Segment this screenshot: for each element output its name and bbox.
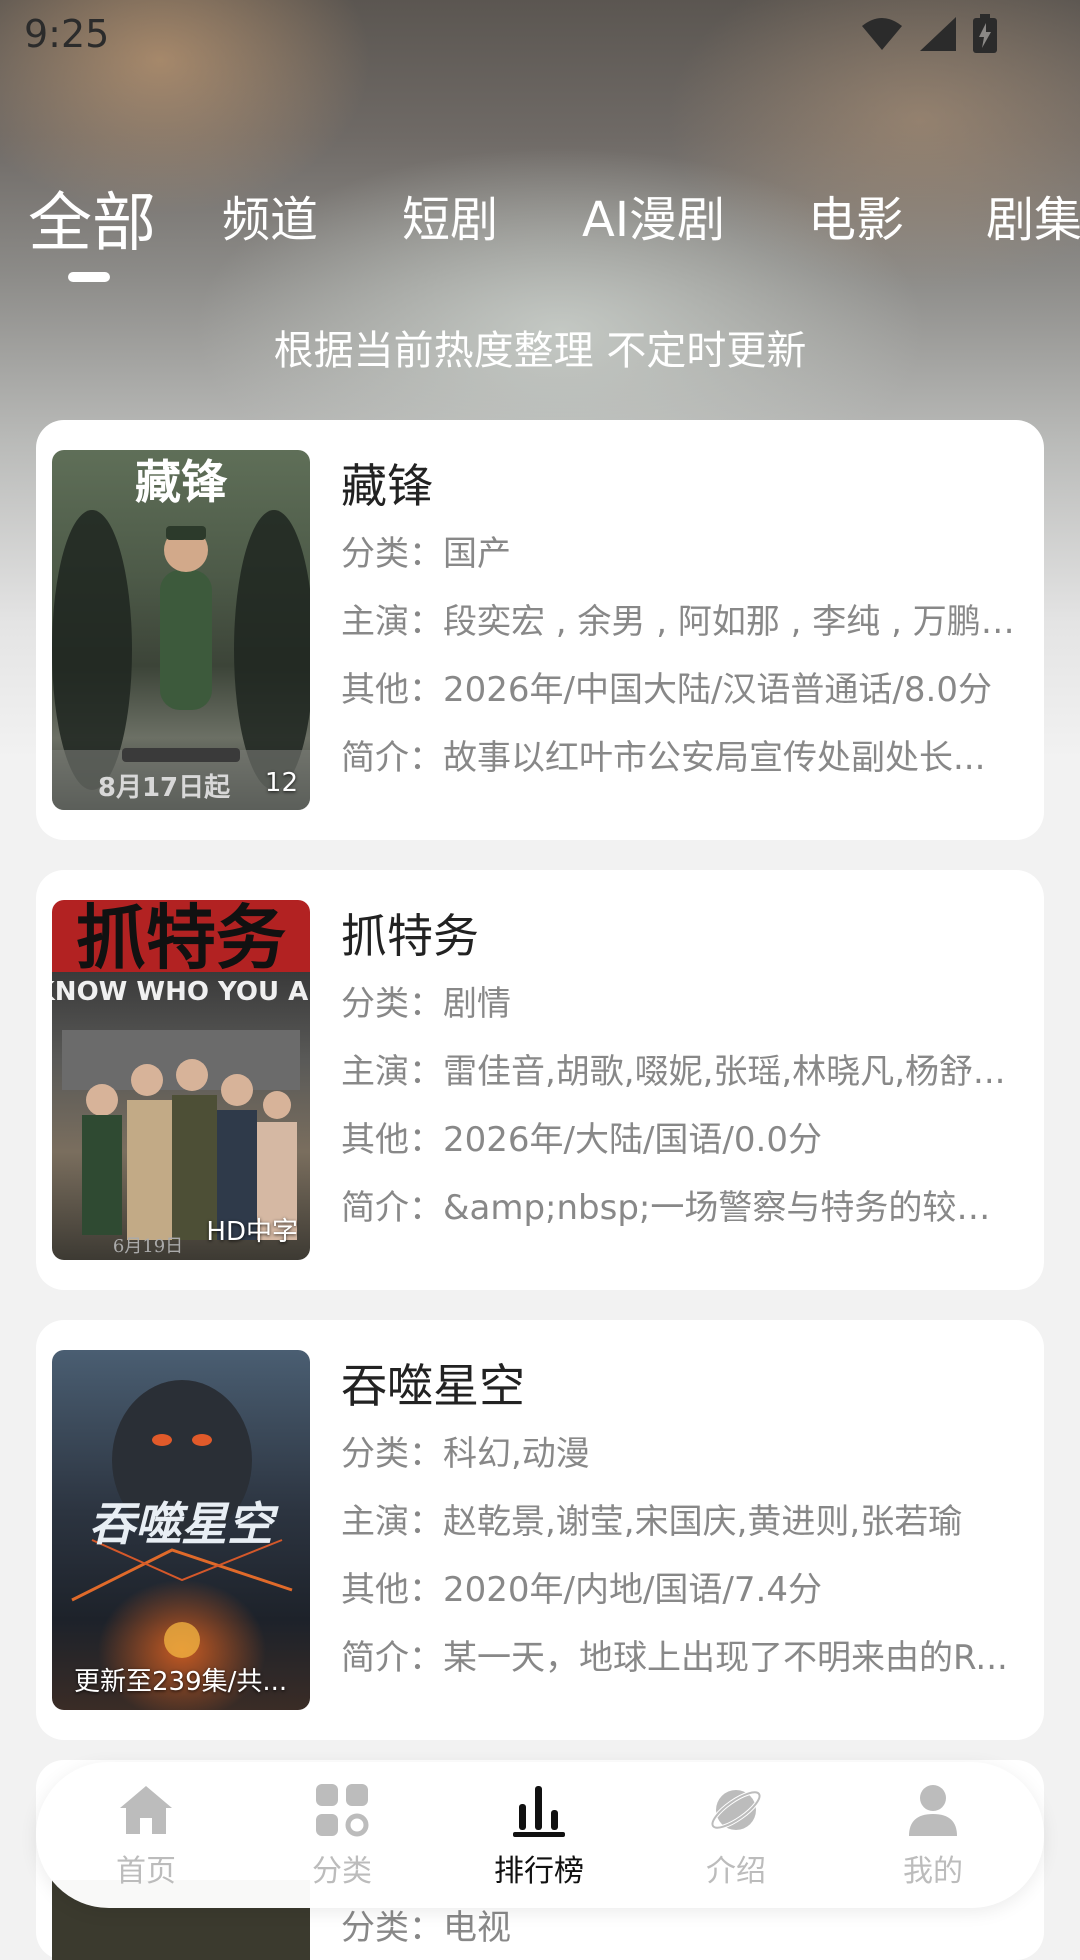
item-intro: 简介：某一天，地球上出现了不明来由的R... <box>341 1638 1008 1678</box>
poster-date: 6月19日 <box>113 1236 183 1257</box>
bottom-nav: 首页 分类 排行榜 介绍 我的 <box>36 1762 1044 1908</box>
status-time: 9:25 <box>24 12 110 56</box>
nav-intro[interactable]: 介绍 <box>671 1780 801 1890</box>
category-tabs: 全部 频道 短剧 AI漫剧 电影 剧集 <box>0 180 1080 261</box>
user-icon <box>909 1785 957 1836</box>
item-intro: 简介：故事以红叶市公安局宣传处副处长... <box>341 738 986 778</box>
tab-channel[interactable]: 频道 <box>222 180 318 250</box>
wifi-icon <box>862 18 902 50</box>
tab-ai-comic[interactable]: AI漫剧 <box>582 180 725 250</box>
poster-illustration: 吞噬星空 <box>71 1380 293 1658</box>
poster-subtitle: I KNOW WHO YOU ARE <box>52 977 310 1007</box>
nav-category-label: 分类 <box>312 1854 372 1889</box>
item-other: 其他：2020年/内地/国语/7.4分 <box>341 1570 822 1610</box>
poster-title: 抓特务 <box>76 900 286 979</box>
poster-title: 吞噬星空 <box>89 1497 279 1551</box>
battery-icon <box>973 14 997 53</box>
item-cast: 主演：赵乾景,谢莹,宋国庆,黄进则,张若瑜 <box>341 1502 963 1542</box>
chart-icon <box>513 1786 565 1837</box>
item-info: 抓特务 分类：剧情 主演：雷佳音,胡歌,啜妮,张瑶,林晓凡,杨舒... 其他：2… <box>341 900 1021 1242</box>
poster-image[interactable]: 抓特务 I KNOW WHO YOU ARE 6月19日 HD中字 <box>52 900 310 1260</box>
item-title[interactable]: 吞噬星空 <box>341 1352 1021 1420</box>
nav-home-label: 首页 <box>116 1854 176 1889</box>
planet-icon <box>710 1790 762 1830</box>
nav-home[interactable]: 首页 <box>81 1780 211 1890</box>
item-info: 吞噬星空 分类：科幻,动漫 主演：赵乾景,谢莹,宋国庆,黄进则,张若瑜 其他：2… <box>341 1350 1021 1692</box>
tab-indicator <box>68 272 110 282</box>
nav-profile-label: 我的 <box>903 1854 963 1889</box>
home-icon <box>120 1786 172 1834</box>
poster-title: 藏锋 <box>135 455 228 509</box>
tab-all[interactable]: 全部 <box>28 172 156 264</box>
item-category: 分类：科幻,动漫 <box>341 1434 590 1474</box>
poster-illustration: 藏锋 8月17日起 <box>52 455 310 810</box>
episode-badge: 12 <box>264 768 298 798</box>
ranking-subtitle: 根据当前热度整理 不定时更新 <box>273 328 807 374</box>
quality-badge: HD中字 <box>206 1217 298 1247</box>
nav-ranking[interactable]: 排行榜 <box>474 1780 604 1890</box>
item-cast: 主演：段奕宏 , 余男 , 阿如那 , 李纯 , 万鹏 ,... <box>341 602 1021 642</box>
item-info: 藏锋 分类：国产 主演：段奕宏 , 余男 , 阿如那 , 李纯 , 万鹏 ,..… <box>341 450 1021 792</box>
nav-category[interactable]: 分类 <box>277 1780 407 1890</box>
status-bar: 9:25 <box>0 0 1080 72</box>
item-other: 其他：2026年/中国大陆/汉语普通话/8.0分 <box>341 670 992 710</box>
poster-image[interactable]: 藏锋 8月17日起 12 <box>52 450 310 810</box>
nav-ranking-label: 排行榜 <box>494 1854 584 1889</box>
signal-icon <box>920 17 956 51</box>
tab-movie[interactable]: 电影 <box>808 180 904 250</box>
item-cast: 主演：雷佳音,胡歌,啜妮,张瑶,林晓凡,杨舒... <box>341 1052 1006 1092</box>
ranking-card[interactable]: 吞噬星空 更新至239集/共... 吞噬星空 分类：科幻,动漫 主演：赵乾景,谢… <box>36 1320 1044 1740</box>
poster-date: 8月17日起 <box>98 773 231 803</box>
episode-badge: 更新至239集/共... <box>74 1667 288 1697</box>
grid-icon <box>316 1784 369 1837</box>
item-intro: 简介：&amp;nbsp;一场警察与特务的较量... <box>341 1188 1021 1228</box>
tab-short-drama[interactable]: 短剧 <box>402 180 498 250</box>
status-icons <box>860 14 998 54</box>
ranking-card[interactable]: 抓特务 I KNOW WHO YOU ARE 6月19日 HD中字 抓特务 分类… <box>36 870 1044 1290</box>
nav-intro-label: 介绍 <box>706 1854 766 1889</box>
item-category: 分类：剧情 <box>341 984 511 1024</box>
item-other: 其他：2026年/大陆/国语/0.0分 <box>341 1120 822 1160</box>
ranking-card[interactable]: 藏锋 8月17日起 12 藏锋 分类：国产 主演：段奕宏 , 余男 , 阿如那 … <box>36 420 1044 840</box>
item-title[interactable]: 抓特务 <box>341 902 1021 970</box>
item-category: 分类：国产 <box>341 534 511 574</box>
nav-profile[interactable]: 我的 <box>868 1780 998 1890</box>
poster-image[interactable]: 吞噬星空 更新至239集/共... <box>52 1350 310 1710</box>
poster-illustration: 抓特务 I KNOW WHO YOU ARE 6月19日 <box>52 900 310 1257</box>
tab-series[interactable]: 剧集 <box>986 180 1080 250</box>
item-title[interactable]: 藏锋 <box>341 452 1021 520</box>
